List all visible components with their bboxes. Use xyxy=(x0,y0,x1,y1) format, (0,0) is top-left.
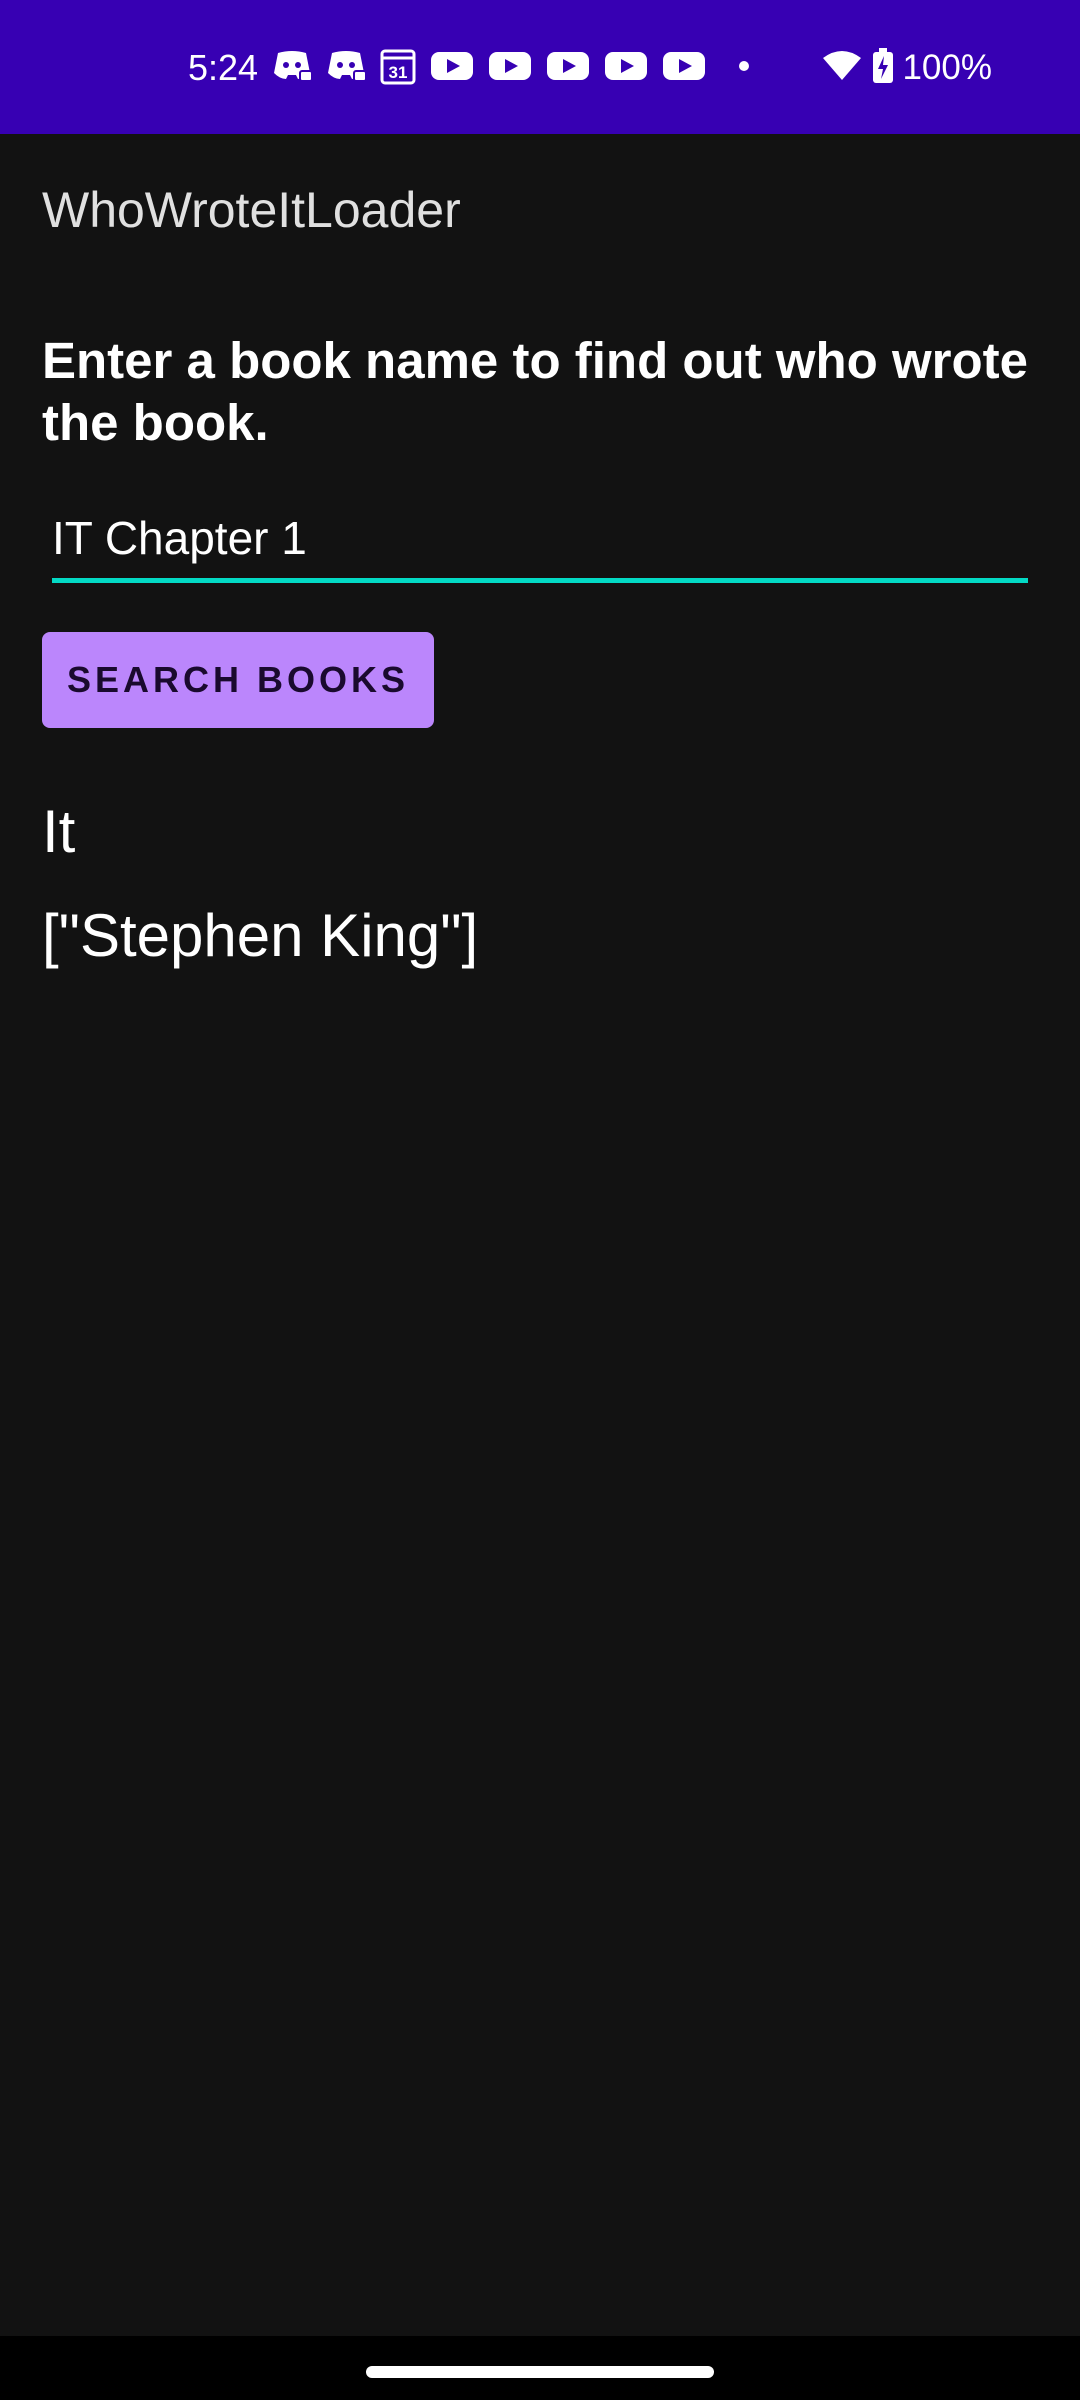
youtube-icon xyxy=(662,50,706,87)
screen: 5:24 31 100% WhoWroteItLoader Enter a bo… xyxy=(0,0,1080,2400)
notification-icons: 31 xyxy=(272,44,764,92)
calendar-icon: 31 xyxy=(380,47,416,90)
youtube-icon xyxy=(488,50,532,87)
home-gesture-handle[interactable] xyxy=(366,2366,714,2378)
youtube-icon xyxy=(604,50,648,87)
system-icons: 100% xyxy=(822,44,992,92)
app-title: WhoWroteItLoader xyxy=(42,182,461,238)
calendar-day: 31 xyxy=(389,63,408,82)
discord-icon xyxy=(326,49,367,88)
wifi-icon xyxy=(822,50,862,87)
dot-icon xyxy=(738,59,750,77)
book-input-container xyxy=(52,506,1028,583)
search-books-button[interactable]: SEARCH BOOKS xyxy=(42,632,434,728)
youtube-icon xyxy=(546,50,590,87)
navigation-bar xyxy=(0,2336,1080,2400)
result-author: ["Stephen King"] xyxy=(42,902,479,969)
book-name-input[interactable] xyxy=(52,506,1028,570)
status-time: 5:24 xyxy=(188,47,259,88)
youtube-icon xyxy=(430,50,474,87)
battery-charging-icon xyxy=(872,47,894,89)
battery-percentage: 100% xyxy=(902,48,992,87)
discord-icon xyxy=(272,49,313,88)
result-title: It xyxy=(42,798,76,865)
status-bar: 5:24 31 100% xyxy=(0,0,1080,134)
instructions-text: Enter a book name to find out who wrote … xyxy=(42,332,1029,451)
